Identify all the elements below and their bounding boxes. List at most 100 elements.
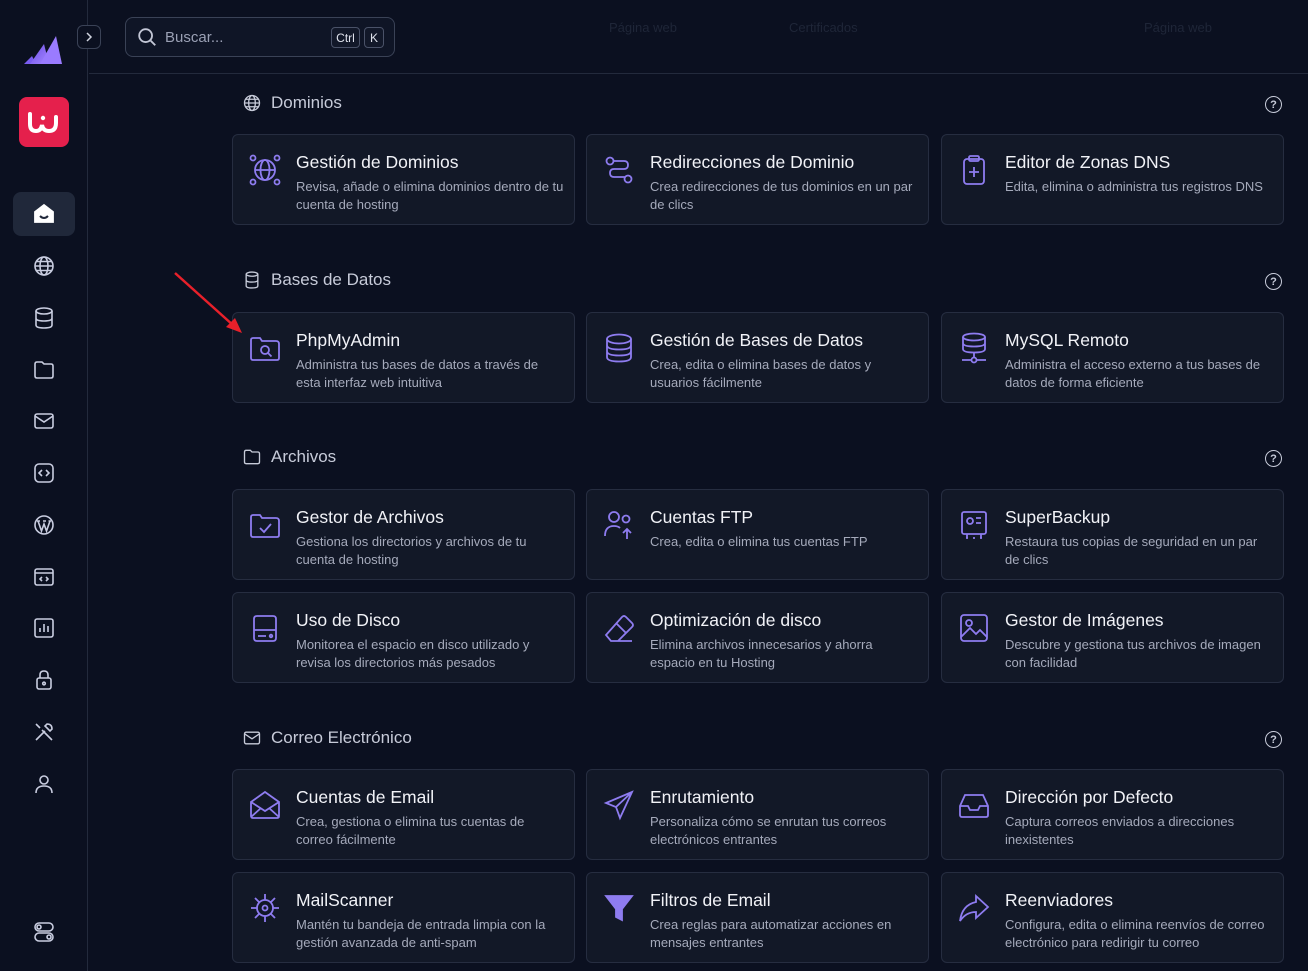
help-icon[interactable]: ? — [1265, 450, 1282, 467]
card-description: Gestiona los directorios y archivos de t… — [296, 534, 527, 567]
card-title: SuperBackup — [1005, 507, 1111, 527]
card-description: Monitorea el espacio en disco utilizado … — [296, 637, 530, 670]
sidebar — [0, 0, 88, 971]
code-icon — [34, 463, 54, 483]
card-title: Gestor de Imágenes — [1005, 610, 1164, 630]
card-cuentas-email[interactable]: Cuentas de Email Crea, gestiona o elimin… — [232, 769, 575, 860]
send-icon — [602, 788, 636, 822]
user-icon — [35, 775, 53, 794]
card-description: Administra el acceso externo a tus bases… — [1005, 357, 1261, 390]
home-icon — [34, 203, 54, 223]
chart-icon — [34, 618, 54, 638]
tools-icon — [35, 723, 53, 741]
nav-settings[interactable] — [13, 910, 75, 954]
filter-icon — [602, 891, 636, 925]
card-title: Enrutamiento — [650, 787, 755, 807]
card-gestor-archivos[interactable]: Gestor de Archivos Gestiona los director… — [232, 489, 575, 580]
card-uso-disco[interactable]: Uso de Disco Monitorea el espacio en dis… — [232, 592, 575, 683]
forward-icon — [957, 891, 991, 925]
nav-security[interactable] — [13, 658, 75, 702]
folder-check-icon — [248, 508, 282, 542]
card-redirecciones[interactable]: Redirecciones de Dominio Crea redireccio… — [586, 134, 929, 225]
card-superbackup[interactable]: SuperBackup Restaura tus copias de segur… — [941, 489, 1284, 580]
inbox-icon — [957, 788, 991, 822]
section-header-dominios: Dominios — [242, 93, 342, 113]
globe-network-icon — [248, 153, 282, 187]
card-title: PhpMyAdmin — [296, 330, 401, 350]
nav-files[interactable] — [13, 348, 75, 392]
card-editor-dns[interactable]: Editor de Zonas DNS Edita, elimina o adm… — [941, 134, 1284, 225]
search-input[interactable] — [165, 28, 315, 46]
card-direccion-defecto[interactable]: Dirección por Defecto Captura correos en… — [941, 769, 1284, 860]
folder-icon — [34, 361, 54, 379]
card-gestion-bases-datos[interactable]: Gestión de Bases de Datos Crea, edita o … — [586, 312, 929, 403]
card-title: Optimización de disco — [650, 610, 822, 630]
database-network-icon — [957, 331, 991, 365]
card-description: Elimina archivos innecesarios y ahorra e… — [650, 637, 873, 670]
clipboard-plus-icon — [957, 153, 991, 187]
card-gestor-imagenes[interactable]: Gestor de Imágenes Descubre y gestiona t… — [941, 592, 1284, 683]
card-title: Redirecciones de Dominio — [650, 152, 855, 172]
wordpress-icon — [34, 515, 54, 535]
sidebar-expand-button[interactable] — [77, 25, 101, 49]
card-description: Restaura tus copias de seguridad en un p… — [1005, 534, 1258, 567]
app-window-icon — [34, 568, 54, 586]
nav-wordpress[interactable] — [13, 503, 75, 547]
section-header-archivos: Archivos — [242, 447, 336, 467]
nav-account[interactable] — [13, 762, 75, 806]
search-icon — [138, 28, 156, 46]
card-description: Revisa, añade o elimina dominios dentro … — [296, 179, 564, 212]
section-title: Archivos — [271, 447, 337, 466]
settings-toggle-icon — [34, 922, 54, 942]
topbar: Ctrl K Página web Certificados Página we… — [89, 0, 1308, 74]
card-title: Dirección por Defecto — [1005, 787, 1174, 807]
shortcut-ctrl-key: Ctrl — [331, 27, 360, 48]
globe-icon — [34, 256, 54, 276]
card-phpmyadmin[interactable]: PhpMyAdmin Administra tus bases de datos… — [232, 312, 575, 403]
nav-stats[interactable] — [13, 606, 75, 650]
search-box[interactable]: Ctrl K — [125, 17, 395, 57]
nav-code[interactable] — [13, 451, 75, 495]
card-title: MailScanner — [296, 890, 394, 910]
shortcut-k-key: K — [364, 27, 384, 48]
globe-icon — [243, 94, 261, 112]
card-description: Administra tus bases de datos a través d… — [296, 357, 539, 390]
logo-icon — [24, 36, 62, 64]
eraser-icon — [602, 611, 636, 645]
nav-databases[interactable] — [13, 296, 75, 340]
help-icon[interactable]: ? — [1265, 96, 1282, 113]
card-description: Captura correos enviados a direcciones i… — [1005, 814, 1235, 847]
nav-home[interactable] — [13, 192, 75, 236]
brand-logo[interactable] — [19, 97, 69, 147]
card-description: Crea redirecciones de tus dominios en un… — [650, 179, 913, 212]
users-upload-icon — [602, 508, 636, 542]
nav-domains[interactable] — [13, 244, 75, 288]
help-icon[interactable]: ? — [1265, 273, 1282, 290]
card-optimizacion-disco[interactable]: Optimización de disco Elimina archivos i… — [586, 592, 929, 683]
chevron-right-icon — [86, 32, 93, 42]
card-cuentas-ftp[interactable]: Cuentas FTP Crea, edita o elimina tus cu… — [586, 489, 929, 580]
card-description: Edita, elimina o administra tus registro… — [1005, 179, 1263, 194]
virus-icon — [248, 891, 282, 925]
lock-icon — [36, 670, 52, 690]
nav-email[interactable] — [13, 399, 75, 443]
card-description: Personaliza cómo se enrutan tus correos … — [650, 814, 887, 847]
card-filtros-email[interactable]: Filtros de Email Crea reglas para automa… — [586, 872, 929, 963]
card-mailscanner[interactable]: MailScanner Mantén tu bandeja de entrada… — [232, 872, 575, 963]
hard-drive-icon — [248, 611, 282, 645]
database-icon — [35, 307, 53, 329]
route-icon — [602, 153, 636, 187]
database-icon — [602, 331, 636, 365]
nav-apps[interactable] — [13, 555, 75, 599]
help-icon[interactable]: ? — [1265, 731, 1282, 748]
card-gestion-dominios[interactable]: Gestión de Dominios Revisa, añade o elim… — [232, 134, 575, 225]
card-reenviadores[interactable]: Reenviadores Configura, edita o elimina … — [941, 872, 1284, 963]
mail-icon — [34, 413, 54, 429]
card-mysql-remoto[interactable]: MySQL Remoto Administra el acceso extern… — [941, 312, 1284, 403]
card-description: Crea, edita o elimina tus cuentas FTP — [650, 534, 868, 549]
card-title: Uso de Disco — [296, 610, 401, 630]
topbar-faded-item: Página web — [1144, 20, 1212, 35]
nav-tools[interactable] — [13, 710, 75, 754]
section-title: Dominios — [271, 93, 342, 112]
card-enrutamiento[interactable]: Enrutamiento Personaliza cómo se enrutan… — [586, 769, 929, 860]
